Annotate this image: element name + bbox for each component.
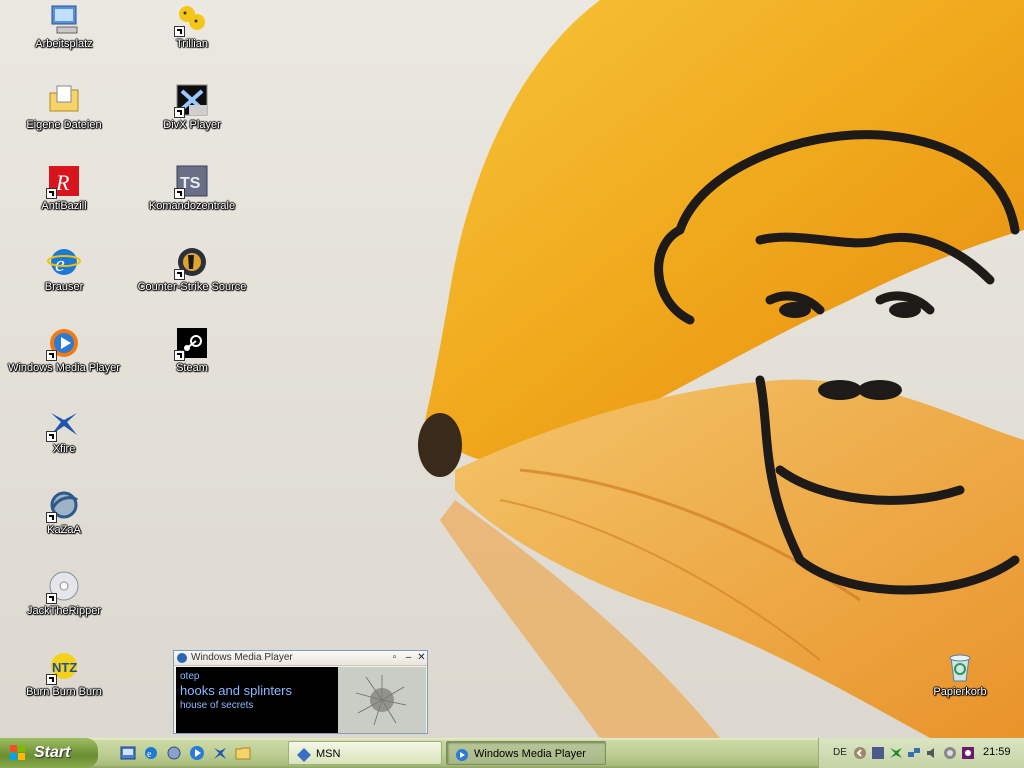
desktop-icon-trillian[interactable]: Trillian (131, 2, 253, 51)
svg-text:R: R (55, 170, 70, 195)
desktop-icon-arbeitsplatz[interactable]: Arbeitsplatz (3, 2, 125, 51)
svg-text:e: e (55, 251, 65, 276)
desktop-icon-label: Eigene Dateien (26, 119, 102, 131)
mini-player-titlebar[interactable]: Windows Media Player ▫ ‒ ✕ (174, 651, 427, 666)
desktop-icon-label: Steam (176, 362, 208, 374)
divx-player-icon (174, 83, 209, 118)
mini-player-title: Windows Media Player (191, 652, 293, 663)
desktop-icon-xfire[interactable]: Xfire (3, 407, 125, 456)
volume-icon[interactable] (925, 746, 939, 760)
xfire-icon (46, 407, 81, 442)
desktop-icon-label: KaZaA (47, 524, 81, 536)
shortcut-arrow-icon (174, 26, 185, 37)
desktop-icon-antibazill[interactable]: R AntiBazill (3, 164, 125, 213)
show-desktop-icon[interactable] (120, 745, 136, 761)
start-label: Start (34, 744, 71, 761)
shortcut-arrow-icon (46, 593, 57, 604)
kazaa-icon (46, 488, 81, 523)
now-playing-panel: otep hooks and splinters house of secret… (176, 667, 338, 733)
desktop-icon-steam[interactable]: Steam (131, 326, 253, 375)
windows-media-player-icon (455, 747, 469, 761)
desktop-icon-label: DivX Player (163, 119, 221, 131)
shortcut-arrow-icon (46, 674, 57, 685)
desktop-icon-label: JackTheRipper (27, 605, 101, 617)
nero-burn-icon: NTZ (46, 650, 81, 685)
desktop-icon-jacktheripper[interactable]: JackTheRipper (3, 569, 125, 618)
desktop-icon-eigene-dateien[interactable]: Eigene Dateien (3, 83, 125, 132)
desktop-icon-label: Papierkorb (933, 686, 987, 698)
shortcut-arrow-icon (46, 512, 57, 523)
shortcut-arrow-icon (174, 188, 185, 199)
taskbar: Start e MSN Windows Media Player DE 21:5… (0, 738, 1024, 768)
internet-explorer-icon[interactable]: e (143, 745, 159, 761)
desktop-icon-kazaa[interactable]: KaZaA (3, 488, 125, 537)
steam-icon (174, 326, 209, 361)
folder-icon[interactable] (235, 745, 251, 761)
antivir-icon: R (46, 164, 81, 199)
task-label: Windows Media Player (474, 748, 586, 760)
media-tray-icon[interactable] (961, 746, 975, 760)
trillian-icon (174, 2, 209, 37)
desktop-icon-label: Windows Media Player (8, 362, 120, 374)
svg-text:e: e (147, 749, 152, 760)
my-documents-icon (47, 83, 81, 117)
close-icon[interactable]: ✕ (416, 652, 427, 663)
system-tray: DE 21:59 (818, 738, 1024, 768)
desktop-icon-label: Counter-Strike Source (137, 281, 247, 293)
show-hidden-icons-icon[interactable] (853, 746, 867, 760)
desktop-icon-label: Burn Burn Burn (26, 686, 102, 698)
shortcut-arrow-icon (46, 188, 57, 199)
artist-label: otep (180, 671, 200, 682)
desktop-icon-brauser[interactable]: e Brauser (3, 245, 125, 294)
network-icon[interactable] (907, 746, 921, 760)
windows-media-player-icon (46, 326, 81, 361)
media-player-mini-window[interactable]: Windows Media Player ▫ ‒ ✕ otep hooks an… (173, 650, 428, 734)
desktop-icon-label: AntiBazill (41, 200, 87, 212)
desktop-icon-label: Brauser (44, 281, 84, 293)
svg-text:NTZ: NTZ (52, 660, 77, 675)
taskbar-button-windows-media-player[interactable]: Windows Media Player (446, 741, 606, 765)
task-label: MSN (316, 748, 341, 760)
restore-icon[interactable]: ▫ (389, 652, 400, 663)
clock[interactable]: 21:59 (983, 746, 1011, 758)
desktop-icon-komandozentrale[interactable]: TS Komandozentrale (131, 164, 253, 213)
taskbar-button-msn[interactable]: MSN (288, 741, 442, 765)
windows-media-player-icon (177, 653, 187, 663)
desktop-icon-papierkorb[interactable]: Papierkorb (899, 650, 1021, 699)
internet-explorer-icon: e (47, 245, 81, 279)
my-computer-icon (47, 2, 81, 36)
song-title: hooks and splinters (180, 683, 293, 698)
teamspeak-icon: TS (174, 164, 209, 199)
teamspeak-tray-icon[interactable] (871, 746, 885, 760)
album-label: house of secrets (180, 700, 254, 711)
counter-strike-icon (174, 245, 209, 280)
msn-icon (297, 747, 311, 762)
album-art (338, 667, 426, 733)
start-button[interactable]: Start (0, 738, 98, 768)
shortcut-arrow-icon (46, 350, 57, 361)
media-player-icon[interactable] (189, 745, 205, 761)
shortcut-arrow-icon (174, 269, 185, 280)
recycle-bin-icon (943, 650, 977, 684)
shortcut-arrow-icon (46, 431, 57, 442)
desktop-icon-label: Arbeitsplatz (35, 38, 93, 50)
desktop-icon-divx-player[interactable]: DivX Player (131, 83, 253, 132)
shortcut-arrow-icon (174, 107, 185, 118)
minimize-icon[interactable]: ‒ (403, 652, 414, 663)
windows-logo-icon (10, 745, 26, 761)
desktop-icon-label: Trillian (176, 38, 208, 50)
language-indicator[interactable]: DE (833, 747, 847, 758)
desktop-icon-burn-burn-burn[interactable]: NTZ Burn Burn Burn (3, 650, 125, 699)
desktop-icon-counter-strike-source[interactable]: Counter-Strike Source (131, 245, 253, 294)
antivirus-tray-icon[interactable] (943, 746, 957, 760)
cd-ripper-icon (46, 569, 81, 604)
desktop-icon-windows-media-player[interactable]: Windows Media Player (3, 326, 125, 375)
xfire-tray-icon[interactable] (889, 746, 903, 760)
xfire-icon[interactable] (212, 745, 228, 761)
messenger-icon[interactable] (166, 745, 182, 761)
desktop-icon-label: Komandozentrale (148, 200, 236, 212)
desktop-icon-label: Xfire (52, 443, 76, 455)
shortcut-arrow-icon (174, 350, 185, 361)
